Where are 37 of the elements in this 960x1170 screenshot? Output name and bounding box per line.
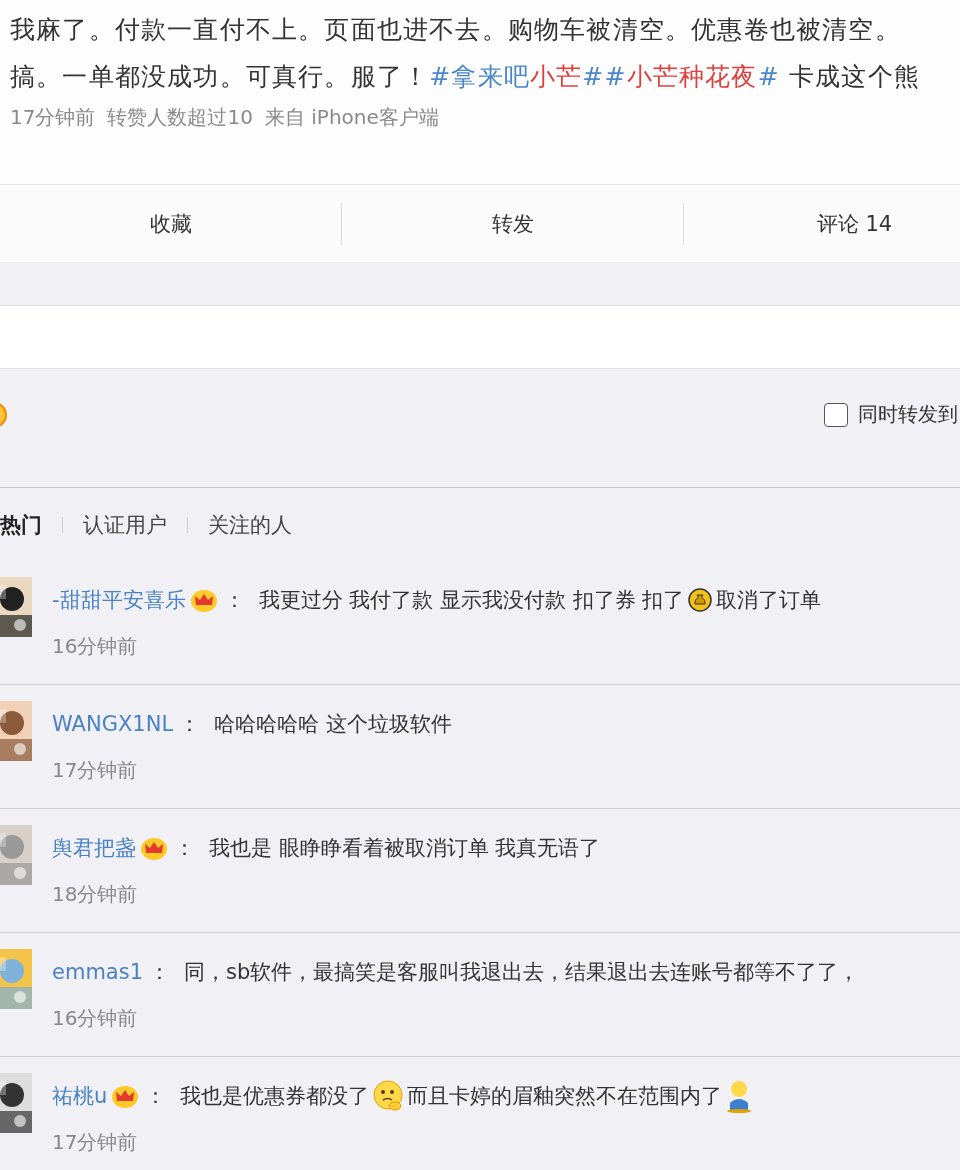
action-button[interactable]: 评论 14 bbox=[816, 209, 893, 238]
comment-time: 18分钟前 bbox=[52, 881, 139, 908]
money-bag-icon bbox=[688, 588, 713, 612]
comment-time: 17分钟前 bbox=[52, 757, 139, 784]
post-text: 我麻了。付款一直付不上。页面也进不去。购物车被清空。优惠卷也被清空。 bbox=[10, 14, 902, 46]
username-link[interactable]: 舆君把盏 bbox=[52, 834, 136, 862]
comment-text: 我也是优惠券都没了 bbox=[180, 1083, 370, 1110]
post-meta: 来自 iPhone客户端 bbox=[264, 104, 439, 131]
comment-time: 16分钟前 bbox=[52, 633, 139, 660]
action-button[interactable]: 转发 bbox=[491, 209, 534, 238]
filter-tab[interactable]: 热门 bbox=[0, 510, 42, 539]
comment-field[interactable] bbox=[0, 305, 960, 369]
comment-text: 哈哈哈哈哈 这个垃圾软件 bbox=[214, 711, 452, 738]
comment-time: 16分钟前 bbox=[52, 1005, 139, 1032]
colon: ： bbox=[179, 711, 201, 738]
colon: ： bbox=[223, 587, 245, 614]
checkbox-label: 同时转发到 bbox=[858, 401, 958, 428]
comment-text: 而且卡婷的眉釉突然不在范围内了 bbox=[407, 1083, 723, 1110]
colon: ： bbox=[174, 835, 195, 862]
comment-text: 取消了订单 bbox=[716, 587, 822, 614]
username-link[interactable]: -甜甜平安喜乐 bbox=[52, 586, 186, 614]
colon: ： bbox=[149, 959, 170, 986]
thinking-face-icon bbox=[371, 1079, 406, 1113]
comment-text: 同，sb软件，最搞笑是客服叫我退出去，结果退出去连账号都等不了了， bbox=[184, 959, 860, 986]
comment-text: 我更过分 我付了款 显示我没付款 扣了券 扣了 bbox=[258, 587, 685, 614]
username-link[interactable]: 祐桃u bbox=[52, 1082, 108, 1110]
comment-text: 我也是 眼睁睁看着被取消订单 我真无语了 bbox=[209, 835, 601, 862]
post-meta: 17分钟前 bbox=[10, 104, 96, 131]
post-meta: 转赞人数超过10 bbox=[107, 104, 253, 131]
colon: ： bbox=[145, 1083, 167, 1110]
action-button[interactable]: 收藏 bbox=[149, 209, 192, 238]
filter-tab[interactable]: 关注的人 bbox=[208, 510, 292, 539]
duck-figure-icon bbox=[726, 1079, 753, 1113]
checkbox[interactable] bbox=[824, 402, 848, 427]
post-text: 搞。一单都没成功。可真行。服了！#拿来吧小芒##小芒种花夜# 卡成这个熊 bbox=[10, 61, 921, 93]
comment-time: 17分钟前 bbox=[52, 1129, 139, 1156]
filter-tab[interactable]: 认证用户 bbox=[83, 510, 167, 539]
